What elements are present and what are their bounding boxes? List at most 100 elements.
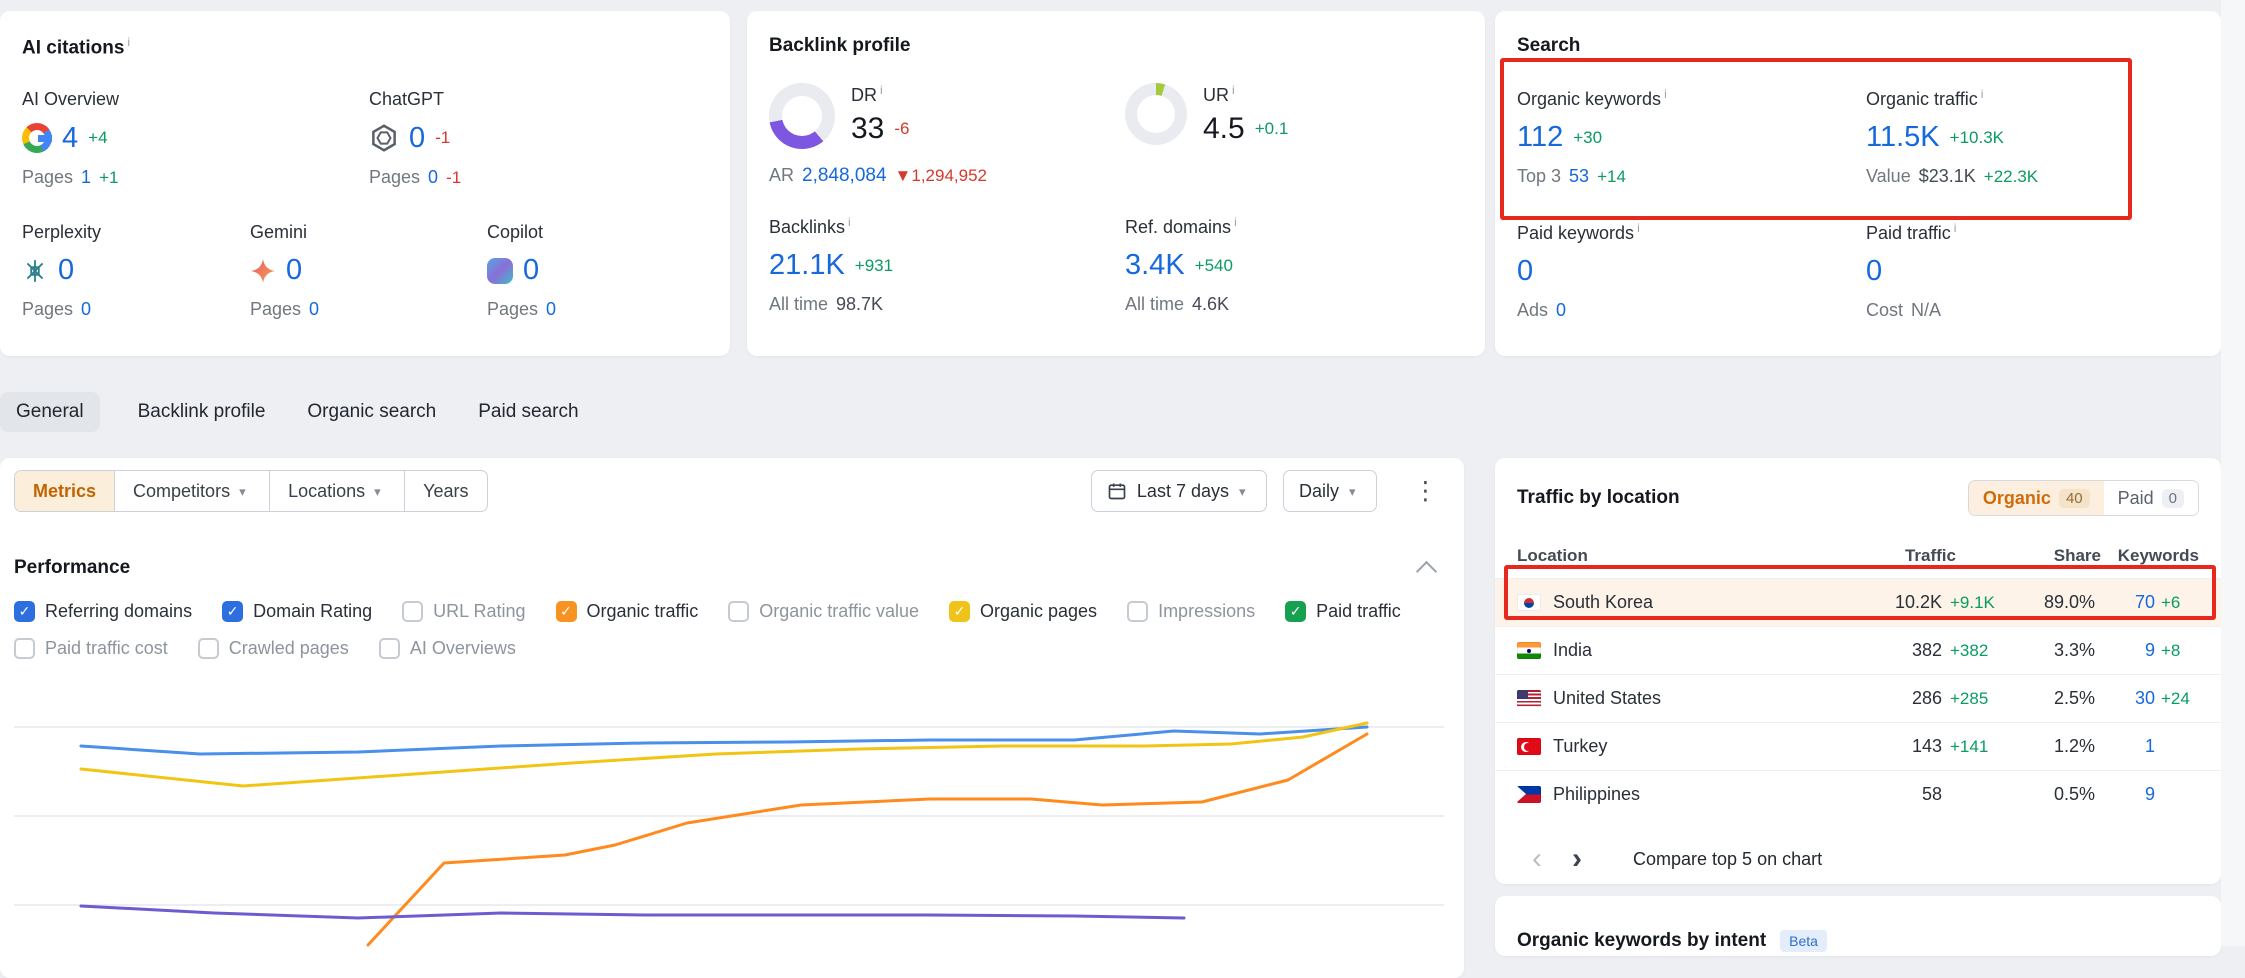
ai-citations-title: AI citations xyxy=(22,35,708,59)
info-icon xyxy=(880,83,883,97)
metric-organic-keywords: Organic keywords 112 +30 Top 3 53 +14 xyxy=(1517,87,1866,187)
metric-checkbox-referring-domains[interactable]: Referring domains xyxy=(14,601,192,622)
tab-general[interactable]: General xyxy=(0,392,100,432)
ur-value: 4.5 xyxy=(1203,114,1245,144)
metric-checkbox-crawled-pages[interactable]: Crawled pages xyxy=(198,638,349,659)
pages-count-link[interactable]: 1 xyxy=(81,167,91,188)
competitors-dropdown[interactable]: Competitors xyxy=(114,471,269,511)
backlinks-value-link[interactable]: 21.1K xyxy=(769,251,845,280)
keywords-count-link[interactable]: 1 xyxy=(2095,736,2155,757)
table-row-philippines[interactable]: Philippines 58 0.5% 9 xyxy=(1495,770,2221,818)
metric-label: Gemini xyxy=(250,222,487,243)
metric-checkbox-organic-traffic-value[interactable]: Organic traffic value xyxy=(728,601,919,622)
gemini-icon xyxy=(250,258,276,284)
metric-backlinks: Backlinks 21.1K +931 All time 98.7K xyxy=(769,215,1125,315)
paid-keywords-value-link[interactable]: 0 xyxy=(1517,257,1533,286)
organic-paid-toggle: Organic40 Paid0 xyxy=(1968,480,2199,516)
next-page-icon[interactable] xyxy=(1557,844,1597,874)
keywords-count-link[interactable]: 30 xyxy=(2095,688,2155,709)
metrics-button[interactable]: Metrics xyxy=(15,471,114,511)
backlink-profile-title: Backlink profile xyxy=(769,35,1463,57)
paid-traffic-value-link[interactable]: 0 xyxy=(1866,257,1882,286)
ar-delta: ▼1,294,952 xyxy=(895,166,987,186)
metric-value[interactable]: 0 xyxy=(58,256,74,285)
checkbox-icon[interactable] xyxy=(1127,601,1148,622)
ur-label: UR xyxy=(1203,83,1288,106)
checkbox-icon[interactable] xyxy=(949,601,970,622)
metric-chatgpt: ChatGPT 0 -1 Pages 0 -1 xyxy=(369,89,708,188)
south-korea-flag-icon xyxy=(1517,594,1541,611)
dr-label: DR xyxy=(851,83,910,106)
pages-count-link[interactable]: 0 xyxy=(546,299,556,320)
table-row-south-korea[interactable]: South Korea 10.2K +9.1K 89.0% 70 +6 xyxy=(1495,578,2221,626)
collapse-chevron-icon[interactable] xyxy=(1416,561,1437,582)
chevron-down-icon xyxy=(1349,485,1361,498)
checkbox-icon[interactable] xyxy=(1285,601,1306,622)
ur-donut-chart xyxy=(1125,83,1187,145)
checkbox-icon[interactable] xyxy=(728,601,749,622)
pages-count-link[interactable]: 0 xyxy=(81,299,91,320)
table-row-india[interactable]: India 382 +382 3.3% 9 +8 xyxy=(1495,626,2221,674)
years-button[interactable]: Years xyxy=(404,471,486,511)
info-icon xyxy=(1954,221,1957,235)
metric-copilot: Copilot 0 Pages 0 xyxy=(487,222,708,320)
performance-chart-area xyxy=(14,700,1444,950)
checkbox-icon[interactable] xyxy=(14,638,35,659)
metric-checkbox-domain-rating[interactable]: Domain Rating xyxy=(222,601,372,622)
keywords-count-link[interactable]: 9 xyxy=(2095,784,2155,805)
compare-top5-link[interactable]: Compare top 5 on chart xyxy=(1633,849,1822,870)
metric-checkbox-ai-overviews[interactable]: AI Overviews xyxy=(379,638,516,659)
keywords-count-link[interactable]: 9 xyxy=(2095,640,2155,661)
metric-checkbox-url-rating[interactable]: URL Rating xyxy=(402,601,525,622)
date-range-dropdown[interactable]: Last 7 days xyxy=(1091,470,1267,512)
ar-value-link[interactable]: 2,848,084 xyxy=(802,165,887,187)
checkbox-icon[interactable] xyxy=(198,638,219,659)
metric-checkbox-paid-traffic[interactable]: Paid traffic xyxy=(1285,601,1401,622)
organic-toggle-button[interactable]: Organic40 xyxy=(1969,481,2104,515)
scrollbar-track[interactable] xyxy=(2221,0,2245,946)
checkbox-icon[interactable] xyxy=(379,638,400,659)
previous-page-icon[interactable] xyxy=(1517,844,1557,874)
organic-keywords-value-link[interactable]: 112 xyxy=(1517,123,1563,152)
metric-delta: +4 xyxy=(88,128,107,148)
metric-value[interactable]: 0 xyxy=(286,256,302,285)
ads-count-link[interactable]: 0 xyxy=(1556,300,1566,321)
locations-dropdown[interactable]: Locations xyxy=(269,471,404,511)
pages-count-link[interactable]: 0 xyxy=(309,299,319,320)
metric-ref-domains: Ref. domains 3.4K +540 All time 4.6K xyxy=(1125,215,1463,315)
ar-row: AR 2,848,084 ▼1,294,952 xyxy=(769,165,1125,187)
checkbox-icon[interactable] xyxy=(222,601,243,622)
ref-domains-value-link[interactable]: 3.4K xyxy=(1125,251,1185,280)
more-options-icon[interactable] xyxy=(1413,479,1438,504)
ai-citations-card: AI citations AI Overview 4 +4 Pages 1 +1… xyxy=(0,11,730,356)
granularity-dropdown[interactable]: Daily xyxy=(1283,470,1377,512)
metric-organic-traffic: Organic traffic 11.5K +10.3K Value $23.1… xyxy=(1866,87,2199,187)
checkbox-icon[interactable] xyxy=(402,601,423,622)
metric-checkbox-organic-pages[interactable]: Organic pages xyxy=(949,601,1097,622)
chevron-down-icon xyxy=(239,485,251,498)
info-icon xyxy=(848,215,851,229)
tab-paid-search[interactable]: Paid search xyxy=(474,392,582,432)
chevron-down-icon xyxy=(1239,485,1251,498)
metric-value[interactable]: 4 xyxy=(62,124,78,153)
tab-organic-search[interactable]: Organic search xyxy=(303,392,440,432)
keywords-count-link[interactable]: 70 xyxy=(2095,592,2155,613)
pages-count-link[interactable]: 0 xyxy=(428,167,438,188)
paid-toggle-button[interactable]: Paid0 xyxy=(2104,481,2198,515)
metric-checkbox-impressions[interactable]: Impressions xyxy=(1127,601,1255,622)
table-row-turkey[interactable]: Turkey 143 +141 1.2% 1 xyxy=(1495,722,2221,770)
view-segmented-control: Metrics Competitors Locations Years xyxy=(14,470,488,512)
tab-backlink-profile[interactable]: Backlink profile xyxy=(134,392,270,432)
metric-value[interactable]: 0 xyxy=(409,124,425,153)
organic-traffic-value-link[interactable]: 11.5K xyxy=(1866,123,1940,152)
checkbox-icon[interactable] xyxy=(14,601,35,622)
metric-label: AI Overview xyxy=(22,89,369,110)
metric-checkbox-organic-traffic[interactable]: Organic traffic xyxy=(556,601,699,622)
metric-value[interactable]: 0 xyxy=(523,256,539,285)
chevron-down-icon xyxy=(374,485,386,498)
beta-badge: Beta xyxy=(1780,930,1827,952)
table-row-united-states[interactable]: United States 286 +285 2.5% 30 +24 xyxy=(1495,674,2221,722)
metric-checkbox-paid-traffic-cost[interactable]: Paid traffic cost xyxy=(14,638,168,659)
checkbox-icon[interactable] xyxy=(556,601,577,622)
top3-count-link[interactable]: 53 xyxy=(1569,166,1589,187)
